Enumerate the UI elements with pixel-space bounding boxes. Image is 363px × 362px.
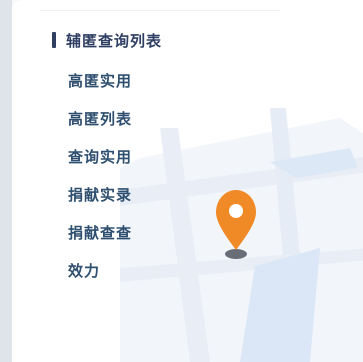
menu-item-juanxian-shilu[interactable]: 捐献实录 (68, 178, 132, 210)
menu-item-chaxun-shiyong[interactable]: 查询实用 (68, 140, 132, 172)
menu-item-label: 效力 (68, 261, 101, 280)
menu-item-juanxian-chacha[interactable]: 捐献查查 (68, 216, 132, 248)
menu-section-title: 辅匿查询列表 (52, 28, 162, 52)
left-edge-strip (0, 0, 12, 362)
menu-item-label: 捐献查查 (68, 223, 133, 242)
menu-item-label: 高匿列表 (68, 109, 133, 128)
top-divider (40, 10, 280, 11)
menu-item-label: 高匿实用 (68, 71, 133, 90)
menu-item-label: 捐献实录 (68, 185, 133, 204)
menu-item-gaoni-shiyong[interactable]: 高匿实用 (68, 64, 132, 96)
section-title-text: 辅匿查询列表 (66, 31, 163, 50)
title-accent-bar (52, 32, 56, 48)
menu-item-gaoni-liebiao[interactable]: 高匿列表 (68, 102, 132, 134)
menu-item-xiaoli[interactable]: 效力 (68, 254, 132, 286)
menu-panel: 辅匿查询列表 高匿实用 高匿列表 查询实用 捐献实录 捐献查查 效力 (12, 0, 363, 362)
menu-item-label: 查询实用 (68, 147, 133, 166)
menu-list: 高匿实用 高匿列表 查询实用 捐献实录 捐献查查 效力 (68, 64, 132, 292)
map-illustration (120, 108, 363, 362)
